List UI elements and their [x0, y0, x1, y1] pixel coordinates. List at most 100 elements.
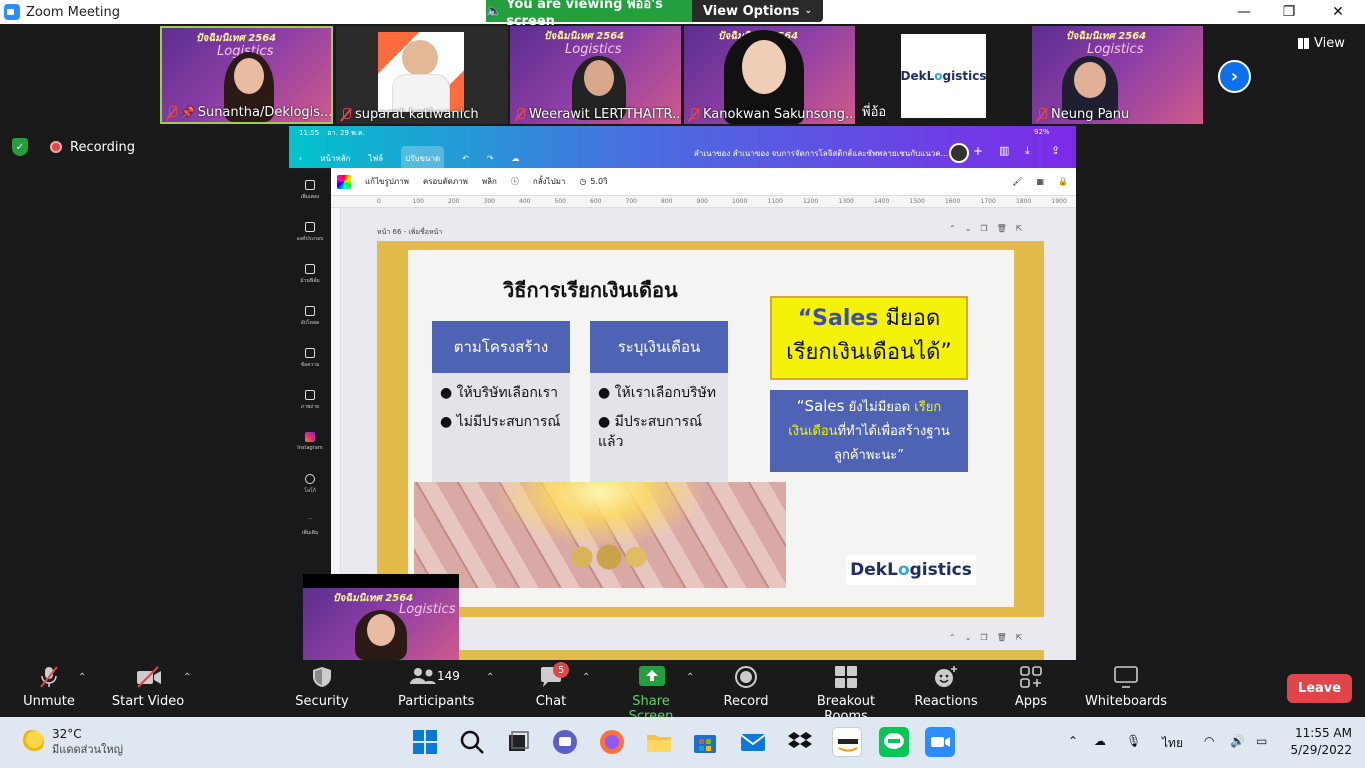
file-explorer-icon[interactable] — [644, 727, 674, 757]
side-item-logo[interactable]: โลโก้ — [289, 474, 331, 495]
participant-tile[interactable]: DekL o gistics พี่อ้อ — [858, 26, 1029, 124]
animate-button[interactable]: กลั้งไปมา — [533, 175, 566, 188]
weather-widget[interactable]: 32°C มีแดดส่วนใหญ่ — [20, 726, 123, 758]
view-options-button[interactable]: View Options ⌄ — [692, 0, 823, 22]
side-item-elements[interactable]: องค์ประกอบ — [289, 222, 331, 243]
back-chevron-icon[interactable]: ‹ — [299, 154, 302, 163]
participant-tile[interactable]: ปัจฉิมนิเทศ 2564 Logistics Weerawit LERT… — [510, 26, 681, 124]
chevron-up-icon[interactable]: ⌃ — [486, 672, 494, 683]
line-app-icon[interactable] — [879, 727, 909, 757]
side-item-music[interactable]: เพิ่มเพลง — [289, 180, 331, 201]
firefox-icon[interactable] — [597, 727, 627, 757]
doc-title[interactable]: สำเนาของ สำเนาของ จบการจัดการโลจิสติกส์แ… — [694, 147, 948, 160]
next-slide-frame[interactable] — [377, 650, 1044, 660]
ruler-tick: 1700 — [980, 198, 996, 205]
leave-button[interactable]: Leave — [1287, 674, 1352, 703]
participant-tile[interactable]: ปัจฉิมนิเทศ 2564 Logistics 📌 Sunantha/De… — [160, 26, 333, 124]
language-indicator[interactable]: ไทย — [1162, 734, 1183, 753]
quote-text: มียอด — [885, 306, 941, 331]
next-page-arrow-icon[interactable]: › — [1218, 60, 1251, 93]
chat-app-icon[interactable] — [550, 727, 580, 757]
chevron-up-icon[interactable]: ⌃ — [1068, 734, 1078, 748]
side-item-instagram[interactable]: Instagram — [289, 432, 331, 451]
quote-text: ที่ทำได้เพื่อสร้างฐาน — [837, 424, 950, 439]
side-item-photos[interactable]: ภาพถ่าย — [289, 390, 331, 411]
whiteboards-button[interactable]: Whiteboards — [1084, 664, 1168, 714]
minimize-button[interactable]: — — [1221, 0, 1267, 24]
chevron-up-icon[interactable]: ⌃ — [686, 672, 694, 683]
zoom-taskbar-icon[interactable] — [925, 727, 955, 757]
analytics-icon[interactable]: ▥ — [999, 144, 1009, 157]
color-picker-icon[interactable] — [337, 174, 351, 189]
share-icon[interactable]: ⇪ — [1051, 144, 1060, 157]
info-icon[interactable]: ⓘ — [511, 176, 519, 187]
share-screen-button[interactable]: Share Screen — [610, 664, 692, 724]
store-icon[interactable] — [690, 727, 720, 757]
battery-icon[interactable]: ▭ — [1256, 734, 1267, 748]
weather-text: 32°C มีแดดส่วนใหญ่ — [52, 726, 123, 758]
page-actions[interactable]: ⌃⌄❐🗑⇱ — [949, 633, 1031, 642]
chevron-up-icon[interactable]: ⌃ — [78, 672, 86, 683]
volume-icon[interactable]: 🔊 — [1230, 734, 1245, 748]
slide[interactable]: วิธีการเรียกเงินเดือน ตามโครงสร้าง ● ให้… — [408, 250, 1014, 607]
record-button[interactable]: Record — [720, 664, 772, 714]
ruler-tick: 1600 — [945, 198, 961, 205]
speaker-mini-view[interactable]: ปัจฉิมนิเทศ 2564 Logistics — [303, 574, 459, 660]
apps-button[interactable]: Apps — [1008, 664, 1054, 714]
participant-tile[interactable]: ปัจฉิมนิเทศ 2564 Kanokwan Sakunsong... — [684, 26, 855, 124]
chevron-up-icon[interactable]: ⌃ — [183, 672, 191, 683]
crop-button[interactable]: ครอบตัดภาพ — [423, 175, 468, 188]
side-item-text[interactable]: ข้อความ — [289, 348, 331, 369]
participant-tile[interactable]: suparat katiwanich — [336, 26, 508, 124]
microphone-icon[interactable]: 🎙 — [1126, 734, 1141, 748]
breakout-rooms-button[interactable]: Breakout Rooms — [796, 664, 896, 724]
start-windows-icon[interactable] — [410, 727, 440, 757]
download-icon[interactable]: ⤓ — [1025, 144, 1030, 158]
participant-label: suparat katiwanich — [340, 107, 479, 122]
reactions-button[interactable]: Reactions — [914, 664, 978, 714]
encryption-shield-icon[interactable]: ✓ — [12, 138, 28, 156]
lock-icon[interactable]: 🔒 — [1058, 177, 1068, 186]
start-video-button[interactable]: Start Video — [108, 664, 188, 714]
security-button[interactable]: Security — [292, 664, 352, 714]
network-warning-icon[interactable]: ☁ — [1094, 734, 1106, 748]
chevron-up-icon[interactable]: ⌃ — [582, 672, 590, 683]
participants-icon: 149 — [409, 666, 460, 688]
paint-roller-icon[interactable]: 🖌 — [1012, 177, 1022, 186]
search-icon[interactable] — [457, 727, 487, 757]
participant-tile[interactable]: ปัจฉิมนิเทศ 2564 Logistics Neung Panu — [1032, 26, 1203, 124]
page-label[interactable]: หน้า 66 - เพิ่มชื่อหน้า — [377, 227, 442, 238]
status-row: ✓ Recording — [12, 138, 135, 156]
close-button[interactable]: ✕ — [1315, 0, 1361, 24]
task-view-icon[interactable] — [503, 727, 533, 757]
mail-icon[interactable] — [738, 727, 768, 757]
dropbox-icon[interactable] — [785, 727, 815, 757]
add-icon[interactable]: + — [973, 144, 983, 158]
event-sub: Logistics — [399, 602, 456, 617]
undo-icon[interactable]: ↶ — [462, 154, 469, 163]
clock[interactable]: 11:55 AM 5/29/2022 — [1288, 725, 1352, 759]
nav-file[interactable]: ไฟล์ — [368, 152, 383, 165]
page-actions[interactable]: ⌃⌄❐🗑⇱ — [949, 224, 1031, 233]
participants-button[interactable]: 149 Participants — [398, 664, 474, 714]
maximize-button[interactable]: ❐ — [1266, 0, 1312, 24]
side-item-upload[interactable]: อัปโหลด — [289, 306, 331, 327]
view-button[interactable]: View — [1298, 30, 1356, 56]
ruler-tick: 1100 — [767, 198, 783, 205]
redo-icon[interactable]: ↷ — [487, 154, 494, 163]
side-item-more[interactable]: ⋯ เพิ่มเติม — [289, 516, 331, 537]
transparency-icon[interactable]: ▦ — [1036, 177, 1044, 186]
duration-button[interactable]: 5.0วิ — [590, 175, 607, 188]
wifi-icon[interactable]: ◠ — [1204, 734, 1214, 748]
nav-home[interactable]: หน้าหลัก — [320, 152, 350, 165]
event-sub: Logistics — [565, 42, 622, 57]
amazon-icon[interactable] — [832, 727, 862, 757]
avatar[interactable] — [949, 143, 969, 163]
flip-button[interactable]: พลิก — [482, 175, 497, 188]
ruler-tick: 1200 — [803, 198, 819, 205]
slide-frame[interactable]: วิธีการเรียกเงินเดือน ตามโครงสร้าง ● ให้… — [377, 241, 1044, 617]
edit-image-button[interactable]: แก้ไขรูปภาพ — [365, 175, 409, 188]
unmute-button[interactable]: Unmute — [18, 664, 80, 714]
chat-button[interactable]: 5 Chat — [526, 662, 576, 714]
side-item-camera-roll[interactable]: ม้วนฟิล์ม — [289, 264, 331, 285]
